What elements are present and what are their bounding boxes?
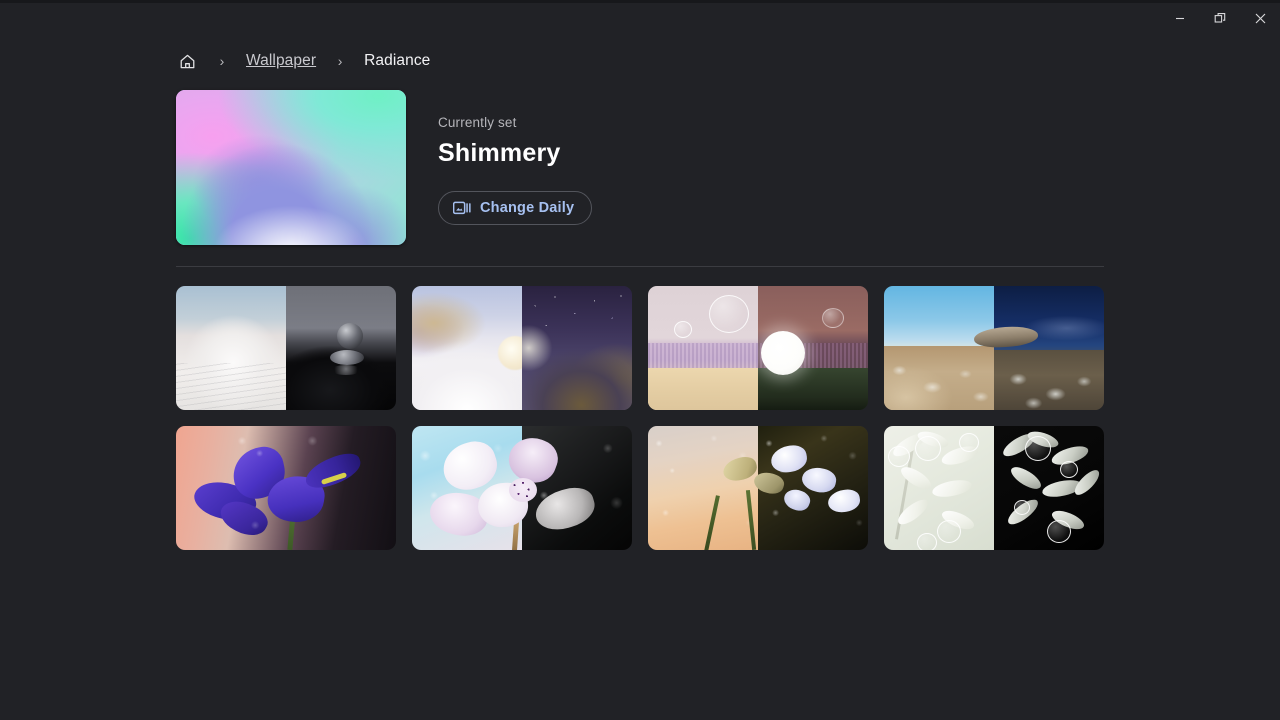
tile-dark-half [994, 426, 1104, 550]
change-daily-label: Change Daily [480, 200, 575, 216]
current-wallpaper-preview[interactable] [176, 90, 406, 245]
currently-set-label: Currently set [438, 115, 517, 130]
bubble-shape [917, 532, 937, 550]
wallpaper-page: › Wallpaper › Radiance Currently set Shi… [0, 33, 1280, 720]
tile-dark-half [994, 286, 1104, 410]
breadcrumb-item-wallpaper[interactable]: Wallpaper [246, 52, 316, 70]
window-restore-button[interactable] [1200, 3, 1240, 33]
leaf-shape [931, 477, 974, 499]
scrub-layer [994, 352, 1104, 410]
bubble-shape [821, 308, 844, 329]
tile-light-half [648, 286, 758, 410]
wallpaper-tile-bubbles-field[interactable] [648, 286, 868, 410]
flower-center-shape [508, 478, 537, 503]
tile-light-half [176, 286, 286, 410]
bubble-shape [1046, 520, 1071, 544]
bubble-shape [914, 435, 941, 461]
tile-dark-half [286, 286, 396, 410]
moon-shape [498, 335, 522, 370]
breadcrumb-separator-2: › [337, 53, 343, 69]
breadcrumb: › Wallpaper › Radiance [176, 48, 430, 74]
bubble-shape [674, 320, 693, 338]
wallpaper-tile-dunes[interactable] [176, 286, 396, 410]
treeline-layer [648, 343, 758, 371]
bubble-shape [1024, 435, 1051, 461]
tile-dark-half [758, 286, 868, 410]
waterdrops-layer [648, 426, 758, 550]
page-title: Shimmery [438, 139, 561, 167]
slideshow-icon [453, 201, 471, 216]
wallpaper-gallery [176, 286, 1104, 550]
background-layer [994, 426, 1104, 550]
wallpaper-tile-iris[interactable] [176, 426, 396, 550]
breadcrumb-separator-1: › [219, 53, 225, 69]
leaf-shape [1008, 461, 1045, 494]
wallpaper-tile-freesia[interactable] [648, 426, 868, 550]
night-hill-layer [286, 286, 396, 410]
waterdrops-layer [176, 426, 396, 550]
home-icon[interactable] [176, 50, 198, 72]
scrub-layer [884, 350, 994, 410]
breadcrumb-item-radiance: Radiance [364, 52, 431, 69]
bubble-shape [888, 445, 911, 467]
wallpaper-tile-orchid[interactable] [412, 426, 632, 550]
tile-light-half [412, 286, 522, 410]
ripple-layer [176, 362, 286, 410]
glowing-orb-shape [761, 330, 806, 375]
tile-dark-half [522, 286, 632, 410]
window-titlebar [0, 0, 1280, 33]
preview-gradient-glow [176, 90, 406, 245]
current-wallpaper-info: Currently set Shimmery Change Daily [438, 90, 593, 225]
ground-layer [758, 367, 868, 410]
section-divider [176, 266, 1104, 267]
change-daily-button[interactable]: Change Daily [438, 191, 593, 225]
window-close-button[interactable] [1240, 3, 1280, 33]
wallpaper-tile-white-leaves[interactable] [884, 426, 1104, 550]
tile-light-half [648, 426, 758, 550]
wallpaper-tile-desert-rock[interactable] [884, 286, 1104, 410]
background-layer [884, 426, 994, 550]
bubble-shape [936, 520, 961, 544]
wallpaper-tile-snowy-slope[interactable] [412, 286, 632, 410]
moon-glow-layer [522, 286, 632, 410]
ground-layer [648, 367, 758, 410]
sphere-shape [336, 323, 363, 350]
bubble-shape [1060, 460, 1078, 478]
tile-light-half [884, 286, 994, 410]
window-minimize-button[interactable] [1160, 3, 1200, 33]
bubble-shape [708, 294, 749, 333]
current-wallpaper-section: Currently set Shimmery Change Daily [176, 90, 593, 245]
tile-light-half [884, 426, 994, 550]
